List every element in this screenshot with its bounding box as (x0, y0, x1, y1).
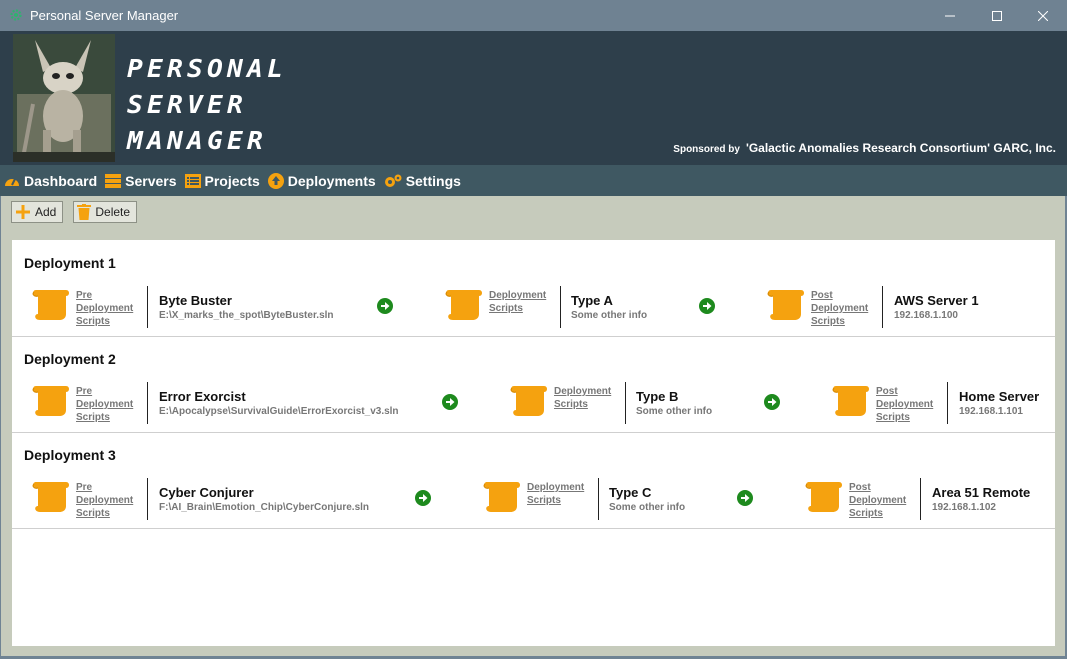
sponsored-by-label: Sponsored by (673, 144, 740, 155)
nav-deployments-label: Deployments (287, 172, 376, 189)
logo-line-2: SERVER (127, 90, 248, 119)
nav-dashboard[interactable]: Dashboard (4, 173, 97, 189)
separator (560, 286, 561, 328)
separator (947, 382, 948, 424)
server-ip: 192.168.1.101 (959, 406, 1023, 417)
server-name: AWS Server 1 (894, 293, 979, 308)
project-path: E:\Apocalypse\SurvivalGuide\ErrorExorcis… (159, 406, 399, 417)
scroll-icon (832, 386, 869, 416)
close-icon (1038, 10, 1048, 21)
main-nav: Dashboard Servers Projects Deployments S… (0, 165, 1067, 196)
minimize-icon (945, 15, 955, 16)
scroll-icon (445, 290, 482, 320)
scroll-icon (483, 482, 520, 512)
delete-button[interactable]: Delete (73, 201, 138, 223)
arrow-right-icon (764, 394, 780, 410)
server-ip: 192.168.1.102 (932, 502, 996, 513)
maximize-icon (992, 10, 1002, 21)
nav-servers-label: Servers (125, 172, 177, 189)
sponsor-name: 'Galactic Anomalies Research Consortium'… (745, 141, 1056, 155)
project-name: Error Exorcist (159, 389, 246, 404)
scroll-icon (767, 290, 804, 320)
nav-settings[interactable]: Settings (384, 173, 461, 189)
post-deployment-scripts-link[interactable]: Post Deployment Scripts (876, 385, 933, 424)
add-button[interactable]: Add (11, 201, 64, 223)
pre-deployment-scripts-link[interactable]: Pre Deployment Scripts (76, 385, 133, 424)
plus-icon (16, 205, 30, 219)
separator (625, 382, 626, 424)
separator (147, 478, 148, 520)
separator (598, 478, 599, 520)
nav-dashboard-label: Dashboard (24, 172, 98, 189)
title-bar: Personal Server Manager (0, 0, 1067, 31)
arrow-right-icon (415, 490, 431, 506)
arrow-right-icon (442, 394, 458, 410)
gear-app-icon (10, 9, 22, 21)
scroll-icon (32, 482, 69, 512)
deployment-scripts-link[interactable]: Deployment Scripts (554, 385, 611, 411)
minimize-button[interactable] (927, 0, 973, 31)
deployment-type: Type A (571, 293, 613, 308)
deployment-type: Type B (636, 389, 679, 404)
delete-button-label: Delete (95, 205, 131, 219)
server-stack-icon (105, 173, 122, 188)
project-name: Byte Buster (159, 293, 232, 308)
list-icon (184, 173, 201, 188)
logo-line-3: MANAGER (127, 126, 268, 155)
sphynx-cat-logo (13, 34, 115, 162)
maximize-button[interactable] (974, 0, 1020, 31)
separator (147, 382, 148, 424)
type-info: Some other info (636, 406, 713, 417)
pre-deployment-scripts-link[interactable]: Pre Deployment Scripts (76, 289, 133, 328)
gears-icon (384, 174, 402, 187)
separator (882, 286, 883, 328)
scroll-icon (32, 386, 69, 416)
app-logo-text: PERSONAL SERVER MANAGER (127, 51, 287, 159)
deployment-scripts-link[interactable]: Deployment Scripts (489, 289, 546, 315)
deployment-title: Deployment 2 (24, 351, 116, 367)
window-title: Personal Server Manager (30, 8, 179, 23)
logo-line-1: PERSONAL (127, 54, 288, 83)
upload-circle-icon (267, 172, 284, 189)
toolbar: Add Delete (11, 201, 147, 223)
scroll-icon (32, 290, 69, 320)
arrow-right-icon (737, 490, 753, 506)
deployment-title: Deployment 3 (24, 447, 116, 463)
scroll-icon (805, 482, 842, 512)
server-name: Area 51 Remote (932, 485, 1031, 500)
trash-icon (77, 204, 92, 220)
header-banner: PERSONAL SERVER MANAGER Sponsored by 'Gal… (0, 31, 1067, 165)
gauge-icon (5, 178, 19, 186)
project-path: F:\AI_Brain\Emotion_Chip\CyberConjure.sl… (159, 502, 370, 513)
project-path: E:\X_marks_the_spot\ByteBuster.sln (159, 310, 334, 321)
deployment-type: Type C (609, 485, 652, 500)
deployment-row: Deployment 3 Pre Deployment Scripts Cybe… (12, 432, 1055, 529)
nav-servers[interactable]: Servers (105, 172, 177, 189)
nav-projects[interactable]: Projects (184, 172, 260, 189)
add-button-label: Add (35, 205, 57, 219)
deployment-scripts-link[interactable]: Deployment Scripts (527, 481, 584, 507)
sponsor-line: Sponsored by 'Galactic Anomalies Research… (673, 141, 1056, 155)
nav-deployments[interactable]: Deployments (267, 172, 376, 189)
separator (920, 478, 921, 520)
type-info: Some other info (571, 310, 648, 321)
type-info: Some other info (609, 502, 686, 513)
nav-projects-label: Projects (204, 172, 260, 189)
project-name: Cyber Conjurer (159, 485, 254, 500)
close-button[interactable] (1020, 0, 1066, 31)
deployments-panel: Deployment 1 Pre Deployment Scripts Byte… (12, 240, 1055, 646)
arrow-right-icon (699, 298, 715, 314)
pre-deployment-scripts-link[interactable]: Pre Deployment Scripts (76, 481, 133, 520)
post-deployment-scripts-link[interactable]: Post Deployment Scripts (811, 289, 868, 328)
separator (147, 286, 148, 328)
deployment-row: Deployment 2 Pre Deployment Scripts Erro… (12, 336, 1055, 433)
post-deployment-scripts-link[interactable]: Post Deployment Scripts (849, 481, 906, 520)
server-name: Home Server (959, 389, 1040, 404)
deployment-title: Deployment 1 (24, 255, 116, 271)
arrow-right-icon (377, 298, 393, 314)
server-ip: 192.168.1.100 (894, 310, 958, 321)
deployment-row: Deployment 1 Pre Deployment Scripts Byte… (12, 240, 1055, 337)
nav-settings-label: Settings (405, 172, 461, 189)
scroll-icon (510, 386, 547, 416)
